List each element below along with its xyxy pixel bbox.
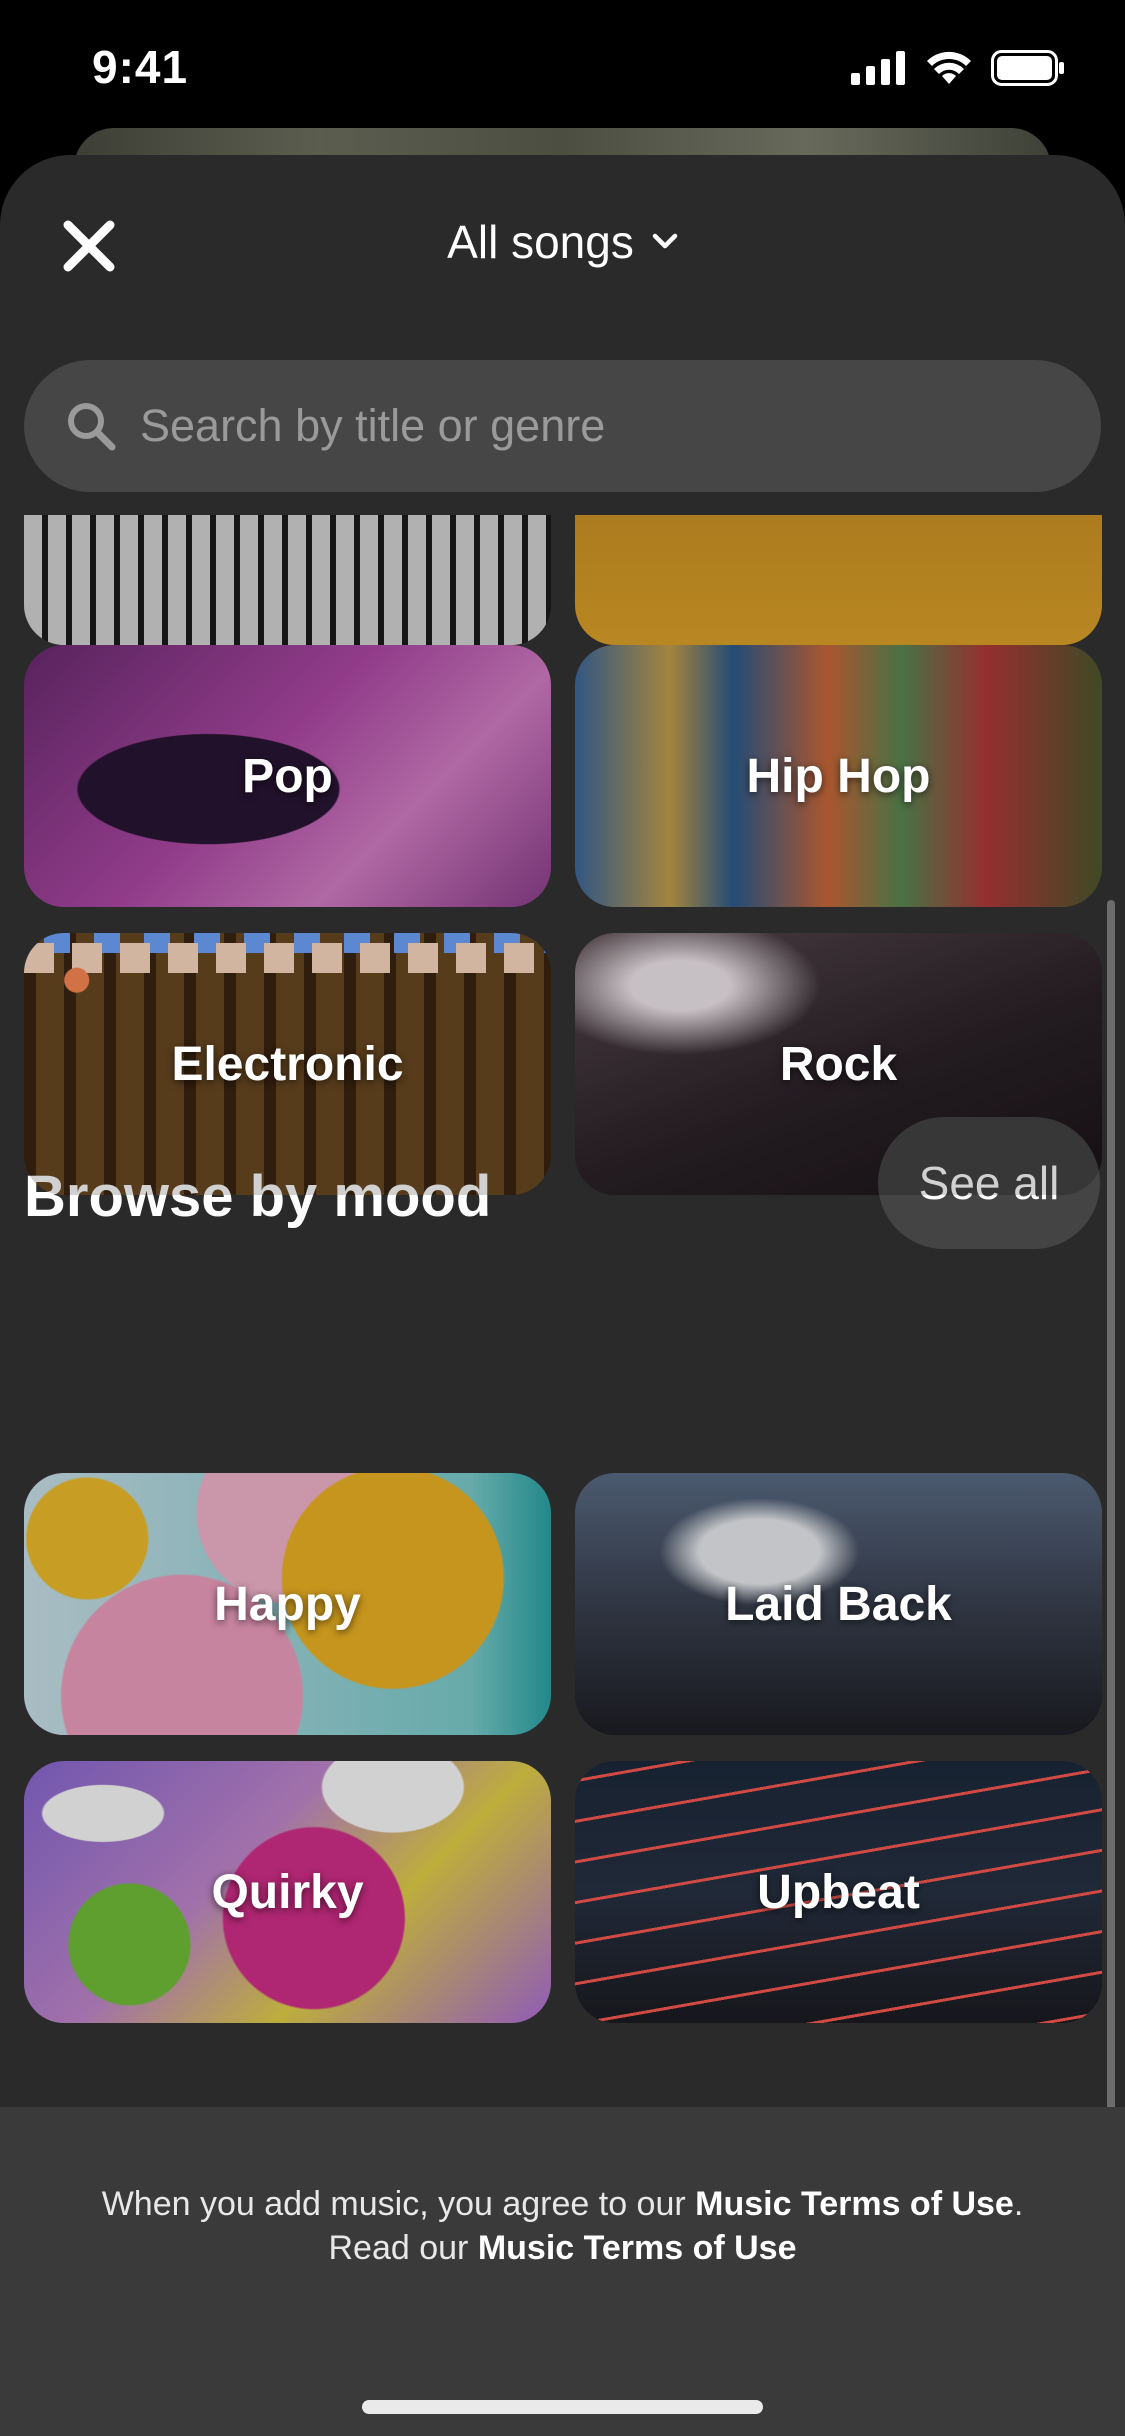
- status-icons: [851, 50, 1065, 86]
- cellular-signal-icon: [851, 51, 905, 85]
- scroll-content[interactable]: Pop Hip Hop Electronic Rock Browse by mo…: [0, 515, 1125, 2110]
- home-indicator[interactable]: [362, 2400, 763, 2414]
- music-sheet: All songs Pop Hip Hop: [0, 155, 1125, 2436]
- mood-tile-upbeat[interactable]: Upbeat: [575, 1761, 1102, 2023]
- mood-label: Quirky: [211, 1865, 364, 1919]
- mood-label: Happy: [214, 1577, 361, 1631]
- search-icon: [68, 403, 116, 451]
- mood-tile-quirky[interactable]: Quirky: [24, 1761, 551, 2023]
- genre-label: Electronic: [171, 1037, 404, 1091]
- genre-tile-electronic[interactable]: Electronic: [24, 933, 551, 1195]
- chevron-down-icon: [652, 233, 678, 249]
- genre-tile-partial-left[interactable]: [24, 515, 551, 645]
- status-time: 9:41: [92, 41, 189, 93]
- mood-tile-laid-back[interactable]: Laid Back: [575, 1473, 1102, 1735]
- genre-label: Rock: [779, 1037, 898, 1091]
- genre-tile-pop[interactable]: Pop: [24, 645, 551, 907]
- status-bar: 9:41: [0, 0, 1125, 135]
- song-filter-dropdown[interactable]: All songs: [0, 215, 1125, 269]
- terms-link[interactable]: Music Terms of Use: [478, 2229, 797, 2267]
- genre-tile-partial-right[interactable]: [575, 515, 1102, 645]
- genre-label: Hip Hop: [746, 749, 931, 803]
- terms-line1-prefix: When you add music, you agree to our: [101, 2185, 696, 2223]
- search-bar[interactable]: [24, 360, 1101, 492]
- genre-tile-hip-hop[interactable]: Hip Hop: [575, 645, 1102, 907]
- mood-label: Upbeat: [757, 1865, 920, 1919]
- footer: When you add music, you agree to our Mus…: [0, 2107, 1125, 2436]
- terms-line1-suffix: .: [1013, 2185, 1024, 2223]
- mood-label: Laid Back: [725, 1577, 952, 1631]
- search-input[interactable]: [140, 396, 1040, 456]
- terms-link-inline[interactable]: Music Terms of Use: [695, 2185, 1014, 2223]
- sheet-header: All songs: [0, 155, 1125, 355]
- genre-label: Pop: [242, 749, 333, 803]
- wifi-icon: [927, 51, 971, 84]
- terms-text: When you add music, you agree to our Mus…: [70, 2182, 1055, 2270]
- mood-tile-happy[interactable]: Happy: [24, 1473, 551, 1735]
- scrollbar[interactable]: [1107, 900, 1115, 2255]
- genre-tile-rock[interactable]: Rock: [575, 933, 1102, 1195]
- terms-line2-prefix: Read our: [328, 2229, 478, 2267]
- screen: 9:41 All songs Search by title or genre …: [0, 0, 1125, 2436]
- sheet-title: All songs: [447, 216, 634, 268]
- battery-icon: [991, 50, 1064, 86]
